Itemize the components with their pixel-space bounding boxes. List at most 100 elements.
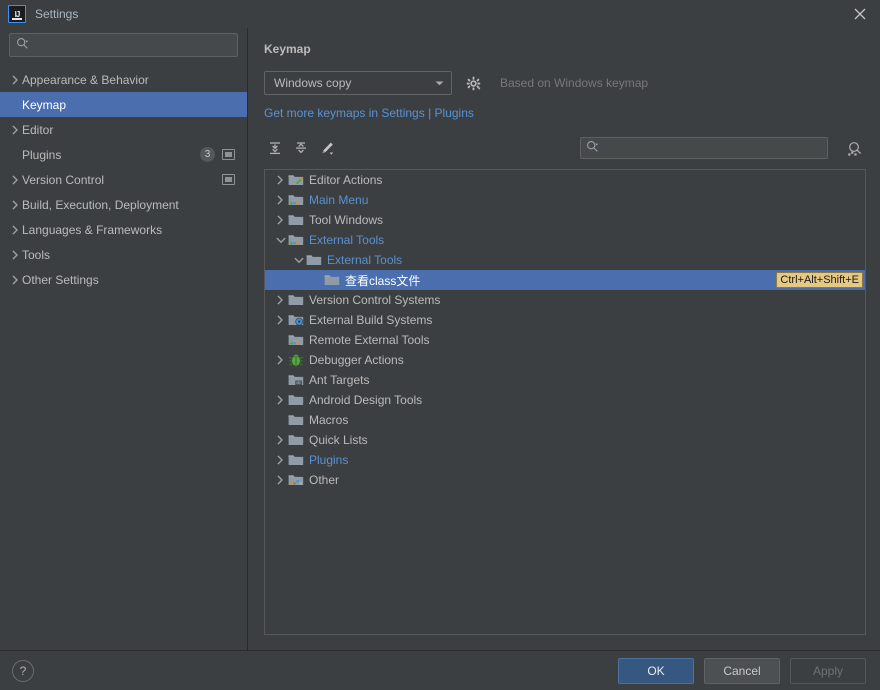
tree-row-label: External Tools (309, 233, 385, 247)
chevron-right-icon[interactable] (8, 74, 22, 85)
chevron-right-icon[interactable] (273, 315, 288, 325)
project-scope-icon (222, 149, 235, 160)
folder-icon (288, 412, 304, 428)
chevron-right-icon[interactable] (273, 295, 288, 305)
chevron-right-icon[interactable] (273, 435, 288, 445)
tree-row[interactable]: Debugger Actions (265, 350, 865, 370)
collapse-all-icon[interactable] (290, 137, 312, 159)
tree-row[interactable]: Tool Windows (265, 210, 865, 230)
tree-row-label: 查看class文件 (345, 273, 421, 288)
debugger-bug-icon (288, 352, 304, 368)
keymap-tree-toolbar (264, 135, 866, 161)
tree-row[interactable]: Editor Actions (265, 170, 865, 190)
sidebar-item-tools[interactable]: Tools (0, 242, 247, 267)
tree-row[interactable]: External Tools (265, 230, 865, 250)
tree-row[interactable]: Android Design Tools (265, 390, 865, 410)
folder-icon (324, 272, 340, 288)
chevron-right-icon[interactable] (273, 355, 288, 365)
chevron-right-icon[interactable] (273, 395, 288, 405)
tree-row[interactable]: Remote External Tools (265, 330, 865, 350)
window-titlebar: IJ Settings (0, 0, 880, 28)
chevron-right-icon[interactable] (273, 175, 288, 185)
shortcut-badge: Ctrl+Alt+Shift+E (776, 272, 863, 288)
sidebar-item-label: Build, Execution, Deployment (22, 197, 179, 212)
gear-icon[interactable] (464, 74, 482, 92)
tree-row[interactable]: Main Menu (265, 190, 865, 210)
folder-icon (288, 212, 304, 228)
tree-row-label: Quick Lists (309, 433, 368, 447)
chevron-right-icon[interactable] (273, 195, 288, 205)
sidebar-search-input[interactable] (33, 38, 231, 52)
close-icon[interactable] (840, 0, 880, 28)
tree-row-label: Editor Actions (309, 173, 383, 187)
sidebar-search-box[interactable] (9, 33, 238, 57)
expand-all-icon[interactable] (264, 137, 286, 159)
chevron-right-icon[interactable] (8, 224, 22, 235)
sidebar-item-label: Appearance & Behavior (22, 72, 149, 87)
get-more-keymaps-link[interactable]: Get more keymaps in Settings | Plugins (264, 106, 474, 120)
sidebar-item-editor[interactable]: Editor (0, 117, 247, 142)
help-button[interactable]: ? (12, 659, 34, 682)
tree-row-label: Android Design Tools (309, 393, 423, 407)
tree-row-label: Version Control Systems (309, 293, 441, 307)
keymap-select[interactable]: Windows copy (264, 71, 452, 95)
tree-row[interactable]: Version Control Systems (265, 290, 865, 310)
ok-button[interactable]: OK (618, 657, 694, 684)
build-folder-icon (288, 312, 304, 328)
cancel-button[interactable]: Cancel (704, 657, 780, 684)
tree-row-label: Macros (309, 413, 349, 427)
chevron-right-icon[interactable] (8, 199, 22, 210)
tree-row-label: Debugger Actions (309, 353, 404, 367)
tree-row-label: Remote External Tools (309, 333, 430, 347)
sidebar-item-label: Tools (22, 247, 51, 262)
sidebar-item-label: Plugins (22, 147, 62, 162)
tree-row[interactable]: External Tools (265, 250, 865, 270)
sidebar-item-version-control[interactable]: Version Control (0, 167, 247, 192)
sidebar-search-container (0, 28, 247, 65)
sidebar-item-languages-frameworks[interactable]: Languages & Frameworks (0, 217, 247, 242)
tree-row-label: Other (309, 473, 340, 487)
chevron-down-icon (434, 76, 445, 90)
folder-icon (288, 392, 304, 408)
tree-row[interactable]: 查看class文件 Ctrl+Alt+Shift+E (265, 270, 865, 290)
keymap-search-input[interactable] (603, 141, 822, 155)
keymap-tree-list: Editor Actions Main Menu Tool Windows Exter… (265, 170, 865, 490)
project-scope-icon (222, 174, 235, 185)
keymap-settings-panel: Keymap Windows copy Based on Windows key… (248, 28, 880, 650)
tree-row[interactable]: Macros (265, 410, 865, 430)
tree-row[interactable]: External Build Systems (265, 310, 865, 330)
sidebar-item-build-execution-deployment[interactable]: Build, Execution, Deployment (0, 192, 247, 217)
keymap-tree-panel[interactable]: Editor Actions Main Menu Tool Windows Exter… (264, 169, 866, 635)
external-tools-folder-icon (288, 232, 304, 248)
tree-row-label: External Tools (327, 253, 403, 267)
sidebar-item-label: Keymap (22, 97, 67, 112)
keymap-search-box[interactable] (580, 137, 828, 159)
chevron-down-icon[interactable] (273, 236, 288, 245)
sidebar-item-plugins[interactable]: Plugins 3 (0, 142, 247, 167)
sidebar-item-other-settings[interactable]: Other Settings (0, 267, 247, 292)
keymap-selector-row: Windows copy Based on Windows keymap (264, 71, 866, 95)
find-by-shortcut-icon[interactable] (842, 137, 866, 159)
chevron-right-icon[interactable] (8, 274, 22, 285)
tree-row-label: Ant Targets (309, 373, 370, 387)
apply-button[interactable]: Apply (790, 657, 866, 684)
chevron-right-icon[interactable] (8, 124, 22, 135)
sidebar-item-appearance-behavior[interactable]: Appearance & Behavior (0, 67, 247, 92)
based-on-keymap-label: Based on Windows keymap (500, 76, 649, 90)
tree-row[interactable]: Quick Lists (265, 430, 865, 450)
folder-icon (288, 452, 304, 468)
sidebar-item-keymap[interactable]: Keymap (0, 92, 247, 117)
chevron-right-icon[interactable] (273, 475, 288, 485)
chevron-right-icon[interactable] (273, 455, 288, 465)
chevron-down-icon[interactable] (291, 256, 306, 265)
chevron-right-icon[interactable] (8, 249, 22, 260)
edit-pencil-icon[interactable] (316, 137, 338, 159)
tree-row[interactable]: Other (265, 470, 865, 490)
tree-row[interactable]: Plugins (265, 450, 865, 470)
chevron-right-icon[interactable] (8, 174, 22, 185)
sidebar-item-label: Other Settings (22, 272, 99, 287)
page-title: Keymap (264, 42, 311, 56)
chevron-right-icon[interactable] (273, 215, 288, 225)
tree-row[interactable]: Ant Targets (265, 370, 865, 390)
window-title: Settings (35, 7, 79, 21)
